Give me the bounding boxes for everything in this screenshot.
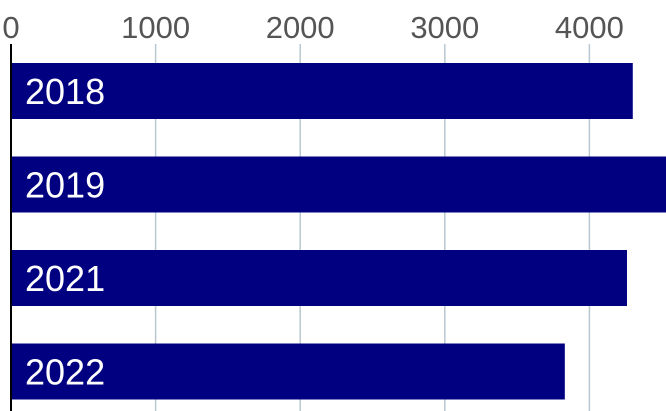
bar-label-2019: 2019 — [25, 165, 105, 206]
bar-chart: 2018 2019 2021 2022 0 1000 2000 3000 4000 — [2, 10, 666, 411]
bar-2019 — [11, 156, 666, 213]
x-tick-label: 1000 — [121, 10, 190, 45]
x-tick-label: 4000 — [555, 10, 624, 45]
bar-label-2018: 2018 — [25, 71, 105, 112]
x-tick-label: 2000 — [266, 10, 335, 45]
bars: 2018 2019 2021 2022 — [11, 63, 666, 400]
x-axis-ticks: 0 1000 2000 3000 4000 — [2, 10, 624, 45]
bar-label-2021: 2021 — [25, 258, 105, 299]
x-tick-label: 3000 — [410, 10, 479, 45]
bar-label-2022: 2022 — [25, 352, 105, 393]
x-tick-label: 0 — [2, 10, 19, 45]
